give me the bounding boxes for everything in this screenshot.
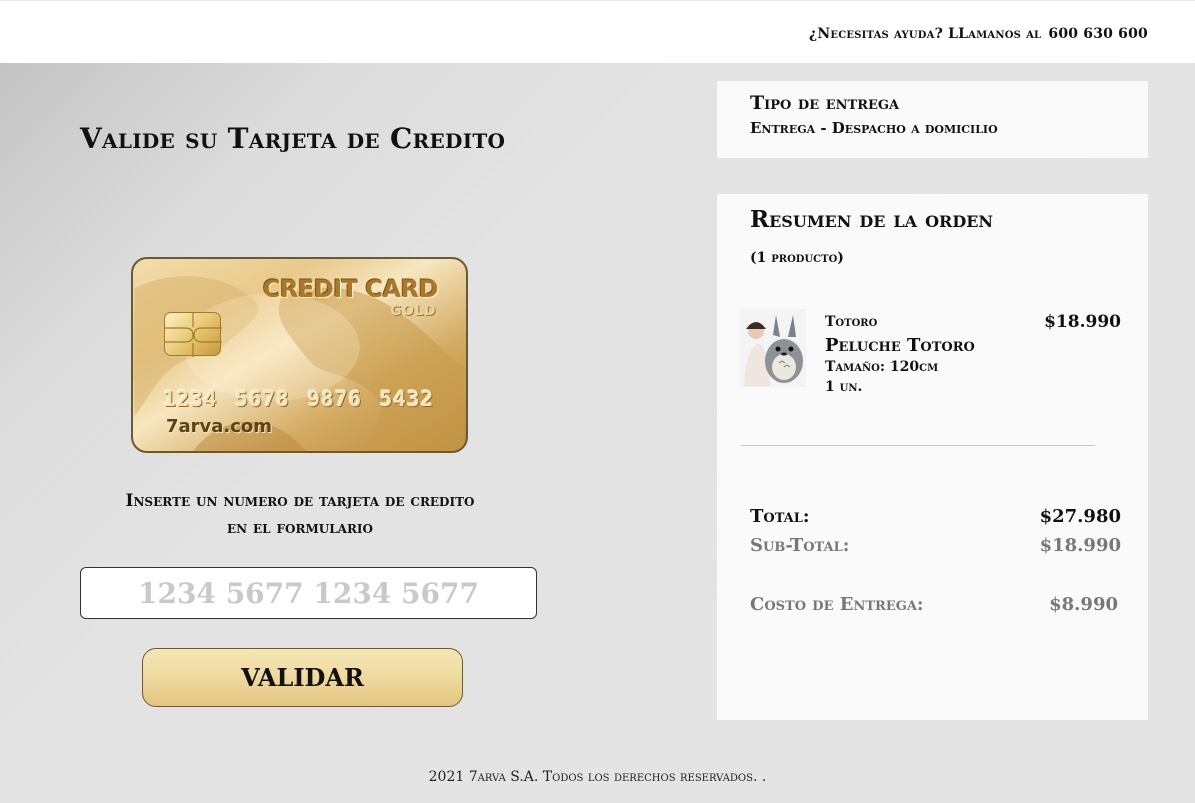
delivery-title: Tipo de entrega: [750, 92, 900, 114]
product-price: $18.990: [1044, 312, 1121, 332]
subtotal-label: Sub-Total:: [750, 535, 850, 556]
product-brand: Totoro: [825, 314, 878, 330]
subtotal-value: $18.990: [1039, 535, 1121, 556]
summary-title: Resumen de la orden: [750, 206, 994, 233]
shipping-value: $8.990: [1049, 594, 1118, 615]
order-summary-panel: Resumen de la orden (1 producto) Totoro …: [717, 194, 1148, 720]
card-label: CREDIT CARD: [262, 275, 439, 303]
instructions-line-2: en el formulario: [226, 518, 374, 538]
delivery-panel: Tipo de entrega Entrega - Despacho a dom…: [717, 81, 1148, 158]
footer-text: 2021 7arva S.A. Todos los derechos reser…: [428, 769, 767, 785]
help-label: ¿Necesitas ayuda? LLamanos al: [809, 26, 1042, 42]
page-title: Valide su Tarjeta de Credito: [80, 122, 506, 155]
instructions: Inserte un numero de tarjeta de credito …: [80, 488, 520, 542]
product-image: [740, 309, 806, 387]
card-number: 1234 5678 9876 5432: [163, 387, 435, 411]
instructions-line-1: Inserte un numero de tarjeta de credito: [125, 491, 475, 511]
card-tier: GOLD: [390, 303, 436, 319]
help-text: ¿Necesitas ayuda? LLamanos al 600 630 60…: [809, 26, 1148, 42]
product-count: (1 producto): [750, 250, 844, 266]
validate-button[interactable]: VALIDAR: [142, 648, 463, 707]
product-size: Tamaño: 120cm: [825, 359, 939, 375]
product-name[interactable]: Peluche Totoro: [825, 335, 975, 356]
summary-divider: [741, 445, 1095, 446]
top-bar: ¿Necesitas ayuda? LLamanos al 600 630 60…: [0, 0, 1195, 63]
shipping-label: Costo de Entrega:: [750, 594, 924, 615]
chip-icon: [164, 312, 222, 357]
help-phone[interactable]: 600 630 600: [1048, 26, 1148, 42]
delivery-value: Entrega - Despacho a domicilio: [750, 119, 998, 137]
credit-card-image: CREDIT CARD GOLD 1234 5678 9876 5432 7ar…: [131, 257, 468, 453]
card-number-input[interactable]: [80, 567, 537, 619]
total-label: Total:: [750, 506, 810, 527]
total-value: $27.980: [1039, 506, 1121, 527]
card-brand: 7arva.com: [166, 416, 273, 437]
product-quantity: 1 un.: [825, 379, 863, 395]
